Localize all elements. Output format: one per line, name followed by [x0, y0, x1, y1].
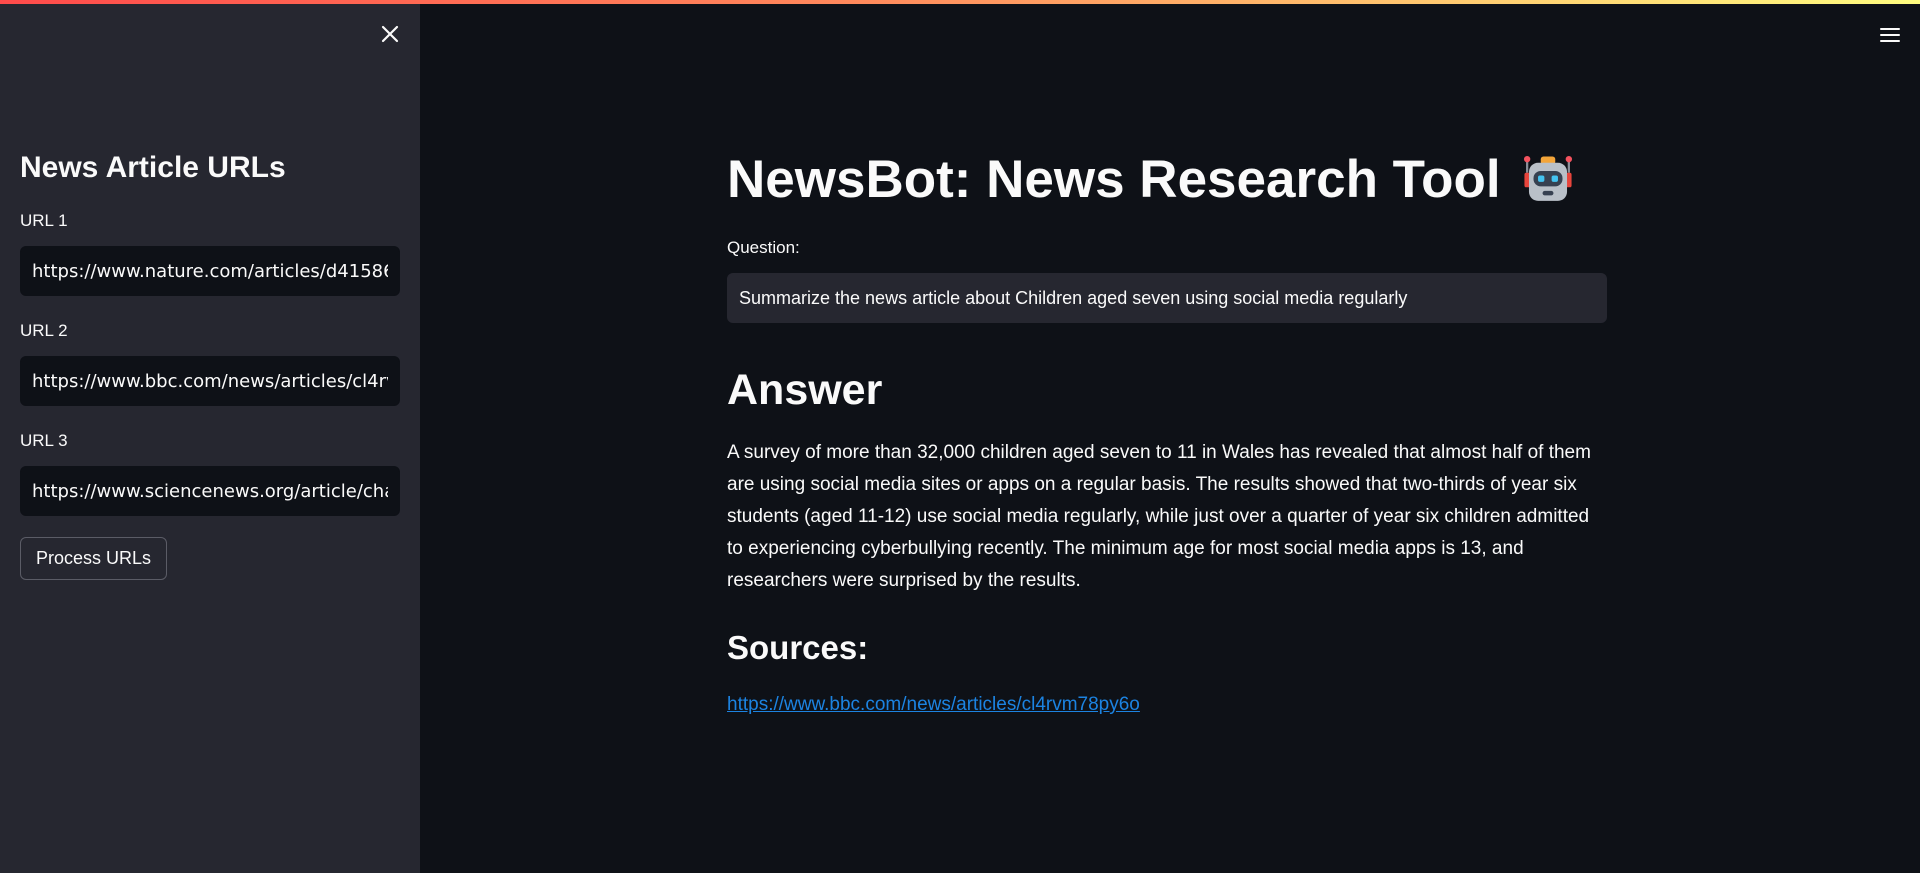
url-1-input[interactable]	[20, 246, 400, 296]
url-2-input[interactable]	[20, 356, 400, 406]
answer-heading: Answer	[727, 366, 883, 414]
source-link[interactable]: https://www.bbc.com/news/articles/cl4rvm…	[727, 691, 1140, 719]
question-input[interactable]	[727, 273, 1607, 323]
close-icon	[381, 25, 399, 43]
url-3-label: URL 3	[20, 431, 68, 450]
main-menu-button[interactable]	[1878, 23, 1902, 47]
url-3-input[interactable]	[20, 466, 400, 516]
top-decoration-stripe	[0, 0, 1920, 4]
robot-icon	[1523, 155, 1572, 201]
sidebar: News Article URLs URL 1 URL 2 URL 3 Proc…	[0, 0, 420, 873]
sidebar-title: News Article URLs	[20, 151, 286, 184]
page-title: NewsBot: News Research Tool	[727, 148, 1577, 212]
url-2-label: URL 2	[20, 321, 68, 340]
close-sidebar-button[interactable]	[378, 22, 402, 46]
hamburger-menu-icon	[1880, 28, 1900, 42]
answer-text: A survey of more than 32,000 children ag…	[727, 442, 1591, 591]
process-urls-button[interactable]: Process URLs	[20, 537, 168, 580]
page-title-text: NewsBot: News Research Tool	[727, 150, 1501, 209]
url-1-label: URL 1	[20, 211, 68, 230]
question-label: Question:	[727, 238, 800, 257]
sources-heading: Sources:	[727, 629, 869, 666]
